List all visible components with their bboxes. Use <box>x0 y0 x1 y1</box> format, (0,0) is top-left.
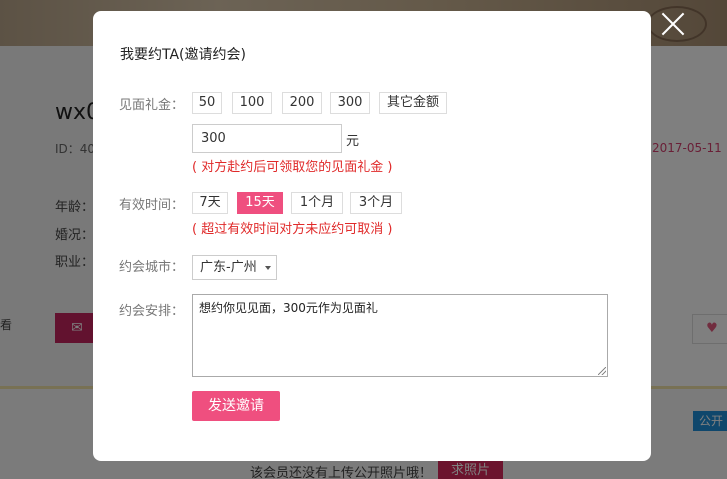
amount-option-100[interactable]: 100 <box>232 92 272 114</box>
valid-option-15d[interactable]: 15天 <box>237 192 283 214</box>
amount-input[interactable]: 300 <box>192 124 342 153</box>
plan-textarea[interactable]: 想约你见见面，300元作为见面礼 <box>192 294 608 377</box>
valid-time-hint: ( 超过有效时间对方未应约可取消 ) <box>192 222 393 237</box>
amount-option-200[interactable]: 200 <box>282 92 322 114</box>
date-invite-dialog: 我要约TA(邀请约会) 见面礼金： 50 100 200 300 其它金额 30… <box>93 11 651 461</box>
amount-unit: 元 <box>346 134 360 149</box>
resize-handle[interactable] <box>598 367 606 375</box>
dialog-title: 我要约TA(邀请约会) <box>120 47 246 63</box>
valid-time-label: 有效时间： <box>119 198 185 213</box>
amount-option-other[interactable]: 其它金额 <box>379 92 447 114</box>
plan-text: 想约你见见面，300元作为见面礼 <box>199 301 378 315</box>
amount-hint: ( 对方赴约后可领取您的见面礼金 ) <box>192 160 393 175</box>
send-invite-button[interactable]: 发送邀请 <box>192 391 280 421</box>
chevron-down-icon <box>265 266 271 270</box>
valid-option-7d[interactable]: 7天 <box>192 192 228 214</box>
amount-label: 见面礼金： <box>119 98 185 113</box>
valid-option-1m[interactable]: 1个月 <box>291 192 343 214</box>
amount-option-300[interactable]: 300 <box>330 92 370 114</box>
close-icon[interactable] <box>658 9 688 39</box>
city-select[interactable]: 广东-广州 <box>192 255 277 280</box>
city-select-value: 广东-广州 <box>200 260 257 275</box>
city-label: 约会城市： <box>119 260 185 275</box>
amount-option-50[interactable]: 50 <box>192 92 222 114</box>
valid-option-3m[interactable]: 3个月 <box>350 192 402 214</box>
plan-label: 约会安排： <box>119 304 185 319</box>
